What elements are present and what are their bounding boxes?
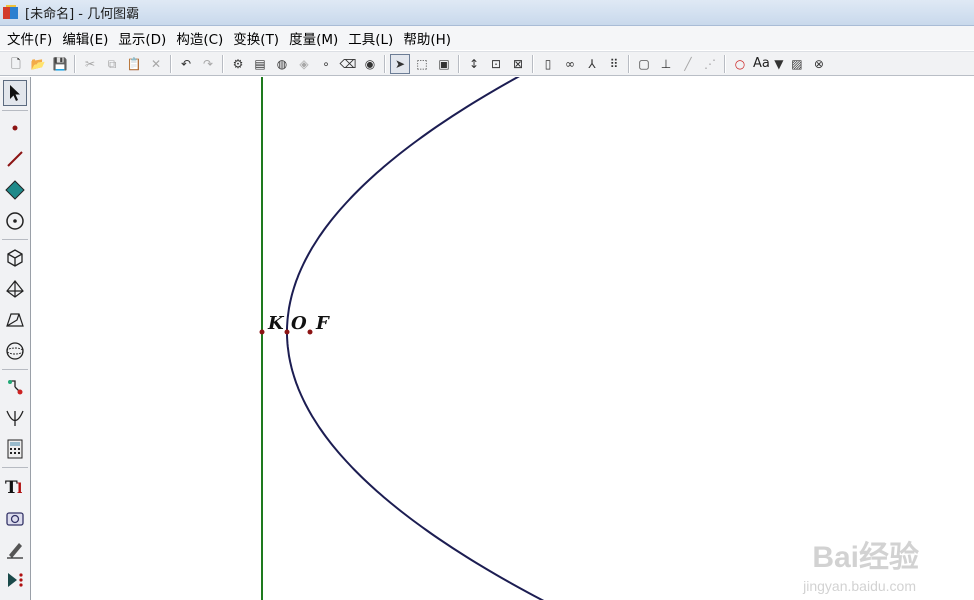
menu-file[interactable]: 文件(F) bbox=[4, 28, 59, 48]
line-tool-icon[interactable] bbox=[3, 146, 27, 172]
point-f[interactable] bbox=[307, 329, 313, 335]
paste-icon[interactable]: 📋 bbox=[124, 54, 144, 74]
link-icon[interactable]: ∞ bbox=[560, 54, 580, 74]
menu-edit[interactable]: 编辑(E) bbox=[59, 28, 115, 48]
toolbar-separator bbox=[170, 54, 172, 73]
select-region-icon[interactable]: ⬚ bbox=[412, 54, 432, 74]
font-button[interactable]: Aa bbox=[751, 56, 772, 71]
menu-measure[interactable]: 度量(M) bbox=[286, 28, 345, 48]
label-f[interactable]: F bbox=[316, 313, 329, 334]
cut-icon[interactable]: ✂ bbox=[80, 54, 100, 74]
menu-tools[interactable]: 工具(L) bbox=[345, 28, 400, 48]
point-style-icon[interactable]: ∘ bbox=[316, 54, 336, 74]
polygon-tool-icon[interactable] bbox=[3, 177, 27, 203]
axes-icon[interactable]: ⊥ bbox=[656, 54, 676, 74]
color-palette-icon[interactable]: ◍ bbox=[272, 54, 292, 74]
line-style-icon[interactable]: ╱ bbox=[678, 54, 698, 74]
undo-icon[interactable]: ↶ bbox=[176, 54, 196, 74]
tool-separator bbox=[2, 239, 28, 240]
geometry-svg bbox=[259, 77, 575, 600]
tool-palette: Tl bbox=[0, 77, 31, 600]
point-tool-icon[interactable] bbox=[3, 115, 27, 141]
calculator-icon[interactable] bbox=[3, 436, 27, 462]
new-file-icon[interactable]: 🗋 bbox=[6, 54, 26, 74]
toolbar-separator bbox=[628, 54, 630, 73]
parabola-curve[interactable] bbox=[286, 77, 575, 600]
toolbar-separator bbox=[532, 54, 534, 73]
menu-transform[interactable]: 变换(T) bbox=[230, 28, 286, 48]
menu-display[interactable]: 显示(D) bbox=[115, 28, 173, 48]
branch-icon[interactable]: ⅄ bbox=[582, 54, 602, 74]
drawing-canvas[interactable]: K O F Bai经验 jingyan.baidu.com bbox=[32, 77, 974, 600]
menu-construct[interactable]: 构造(C) bbox=[173, 28, 230, 48]
trace-icon[interactable]: ⊠ bbox=[508, 54, 528, 74]
cube-tool-icon[interactable] bbox=[3, 245, 27, 271]
main-toolbar: 🗋 📂 💾 ✂ ⧉ 📋 ✕ ↶ ↷ ⚙ ▤ ◍ ◈ ∘ ⌫ ◉ ➤ ⬚ ▣ ↕ … bbox=[0, 51, 974, 76]
tool-separator bbox=[2, 110, 28, 111]
eraser-icon[interactable]: ⌫ bbox=[338, 54, 358, 74]
frustum-tool-icon[interactable] bbox=[3, 307, 27, 333]
open-folder-icon[interactable]: 📂 bbox=[28, 54, 48, 74]
circle-tool-icon[interactable] bbox=[3, 208, 27, 234]
layout-columns-icon[interactable]: ▯ bbox=[538, 54, 558, 74]
copy-icon[interactable]: ⧉ bbox=[102, 54, 122, 74]
circle-point-icon[interactable]: ○ bbox=[730, 54, 750, 74]
hide-show-icon[interactable]: ◉ bbox=[360, 54, 380, 74]
grid-icon[interactable]: ⠿ bbox=[604, 54, 624, 74]
label-k[interactable]: K bbox=[268, 313, 284, 334]
watermark-url: jingyan.baidu.com bbox=[803, 578, 916, 594]
delete-icon[interactable]: ✕ bbox=[146, 54, 166, 74]
save-icon[interactable]: 💾 bbox=[50, 54, 70, 74]
pen-tool-icon[interactable] bbox=[3, 536, 27, 562]
point-k[interactable] bbox=[259, 329, 265, 335]
toolbar-separator bbox=[222, 54, 224, 73]
chevron-down-icon[interactable]: ▼ bbox=[773, 54, 785, 74]
fill-icon[interactable]: ◈ bbox=[294, 54, 314, 74]
properties-icon[interactable]: ▤ bbox=[250, 54, 270, 74]
toolbar-separator bbox=[74, 54, 76, 73]
pyramid-tool-icon[interactable] bbox=[3, 276, 27, 302]
text-tool-icon[interactable]: Tl bbox=[3, 473, 27, 499]
watermark-logo: Bai经验 bbox=[812, 541, 919, 574]
settings-gear-icon[interactable]: ⚙ bbox=[228, 54, 248, 74]
select-object-icon[interactable]: ▣ bbox=[434, 54, 454, 74]
tool-separator bbox=[2, 467, 28, 468]
toolbar-separator bbox=[384, 54, 386, 73]
window-title: [未命名] - 几何图霸 bbox=[25, 7, 140, 22]
dotted-line-icon[interactable]: ⋰ bbox=[700, 54, 720, 74]
toolbar-separator bbox=[724, 54, 726, 73]
tool-separator bbox=[2, 369, 28, 370]
app-logo-icon bbox=[3, 4, 19, 21]
label-icon[interactable]: ⊡ bbox=[486, 54, 506, 74]
label-o[interactable]: O bbox=[291, 313, 307, 334]
redo-icon[interactable]: ↷ bbox=[198, 54, 218, 74]
svg-text:l: l bbox=[17, 481, 22, 496]
sphere-tool-icon[interactable] bbox=[3, 338, 27, 364]
locus-tool-icon[interactable] bbox=[3, 405, 27, 431]
menu-bar: 文件(F) 编辑(E) 显示(D) 构造(C) 变换(T) 度量(M) 工具(L… bbox=[0, 26, 974, 50]
image-insert-icon[interactable]: ▨ bbox=[787, 54, 807, 74]
menu-help[interactable]: 帮助(H) bbox=[400, 28, 458, 48]
arrow-select-tool-icon[interactable] bbox=[3, 80, 27, 106]
point-o[interactable] bbox=[284, 329, 290, 335]
select-arrow-icon[interactable]: ➤ bbox=[390, 53, 410, 74]
title-bar: [未命名] - 几何图霸 bbox=[0, 0, 974, 26]
more-tools-icon[interactable] bbox=[3, 567, 27, 593]
toolbar-separator bbox=[458, 54, 460, 73]
frame-icon[interactable]: ▢ bbox=[634, 54, 654, 74]
transform-tool-icon[interactable] bbox=[3, 374, 27, 400]
camera-tool-icon[interactable] bbox=[3, 505, 27, 531]
move-point-icon[interactable]: ↕ bbox=[464, 54, 484, 74]
image-remove-icon[interactable]: ⊗ bbox=[809, 54, 829, 74]
